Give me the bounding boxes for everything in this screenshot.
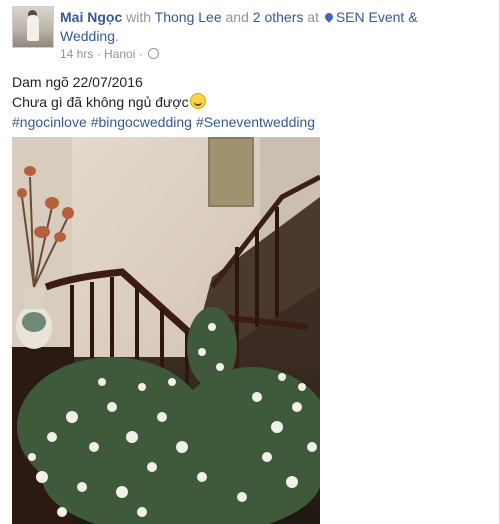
hashtag-link[interactable]: #bingocwedding: [91, 114, 192, 130]
post-header: Mai Ngọc with Thong Lee and 2 others at …: [12, 6, 482, 61]
others-link[interactable]: 2 others: [253, 9, 304, 25]
tagged-friend-link[interactable]: Thong Lee: [155, 9, 222, 25]
hashtag-link[interactable]: #ngocinlove: [12, 114, 87, 130]
avatar-figure: [27, 15, 39, 41]
post-place: Hanoi: [104, 47, 136, 61]
and-word: and: [225, 9, 249, 25]
at-word: at: [307, 9, 319, 25]
hashtag-row: #ngocinlove #bingocwedding #Seneventweddin…: [12, 112, 482, 132]
with-word: with: [126, 9, 152, 25]
author-avatar[interactable]: [12, 6, 54, 48]
post-text-line-1: Dam ngõ 22/07/2016: [12, 74, 143, 90]
staircase-flowers-photo: [12, 137, 320, 524]
post-timestamp[interactable]: 14 hrs: [60, 47, 93, 61]
post-headline: Mai Ngọc with Thong Lee and 2 others at …: [60, 8, 480, 46]
post-text-line-2: Chưa gì đã không ngủ được: [12, 92, 482, 112]
hashtag-link[interactable]: #Seneventwedding: [196, 114, 315, 130]
post-meta: 14 hrs · Hanoi ·: [60, 47, 160, 61]
meta-separator: ·: [96, 47, 101, 61]
grinning-emoji-icon: [189, 93, 206, 109]
facebook-post: Mai Ngọc with Thong Lee and 2 others at …: [0, 0, 500, 524]
location-pin-icon: [323, 11, 335, 23]
globe-icon[interactable]: [148, 48, 160, 59]
post-photo[interactable]: [12, 137, 320, 524]
post-text: Dam ngõ 22/07/2016 Chưa gì đã không ngủ …: [12, 72, 482, 132]
post-text-line-2-text: Chưa gì đã không ngủ được: [12, 94, 189, 110]
author-name-link[interactable]: Mai Ngọc: [60, 9, 122, 25]
headline-period: .: [115, 28, 119, 44]
meta-separator-2: ·: [138, 47, 143, 61]
